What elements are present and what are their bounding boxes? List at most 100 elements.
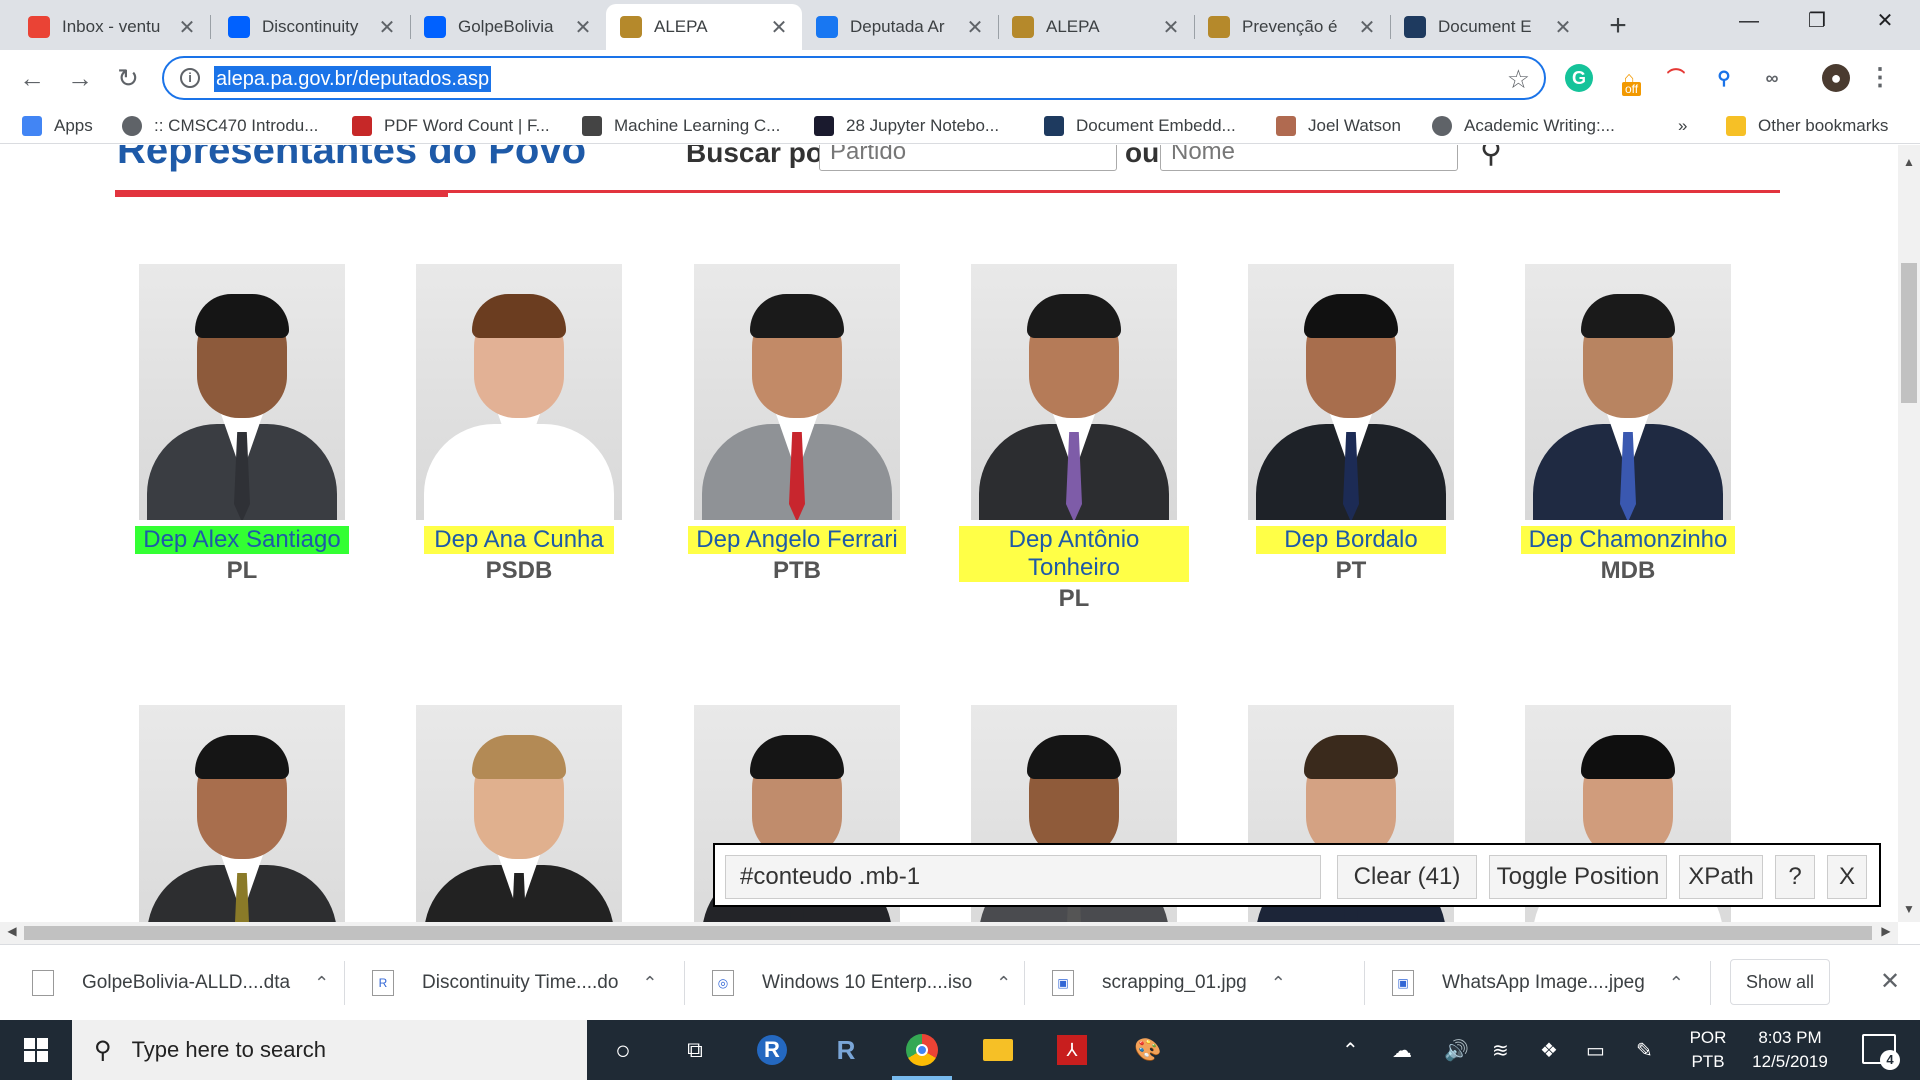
wifi-icon[interactable]: ≋: [1492, 1020, 1509, 1080]
tab-close-icon[interactable]: ✕: [1356, 15, 1378, 40]
show-hidden-icons-chevron[interactable]: ⌃: [1342, 1020, 1359, 1080]
link-extension-icon[interactable]: ∞: [1758, 64, 1786, 92]
volume-icon[interactable]: 🔊: [1444, 1020, 1469, 1080]
language-indicator[interactable]: POR PTB: [1686, 1026, 1730, 1074]
download-options-chevron-icon[interactable]: ⌃: [1669, 973, 1684, 994]
deputy-card[interactable]: Dep Angelo Ferrari PTB: [682, 264, 912, 586]
download-options-chevron-icon[interactable]: ⌃: [642, 973, 657, 994]
forward-icon[interactable]: →: [62, 60, 98, 96]
download-options-chevron-icon[interactable]: ⌃: [1271, 973, 1286, 994]
download-item[interactable]: ▣ WhatsApp Image....jpeg ⌃: [1392, 957, 1684, 1009]
search-icon[interactable]: ⚲: [1480, 145, 1502, 170]
rainbow-extension-icon[interactable]: ⌒: [1662, 64, 1690, 92]
close-gadget-button[interactable]: X: [1827, 855, 1867, 899]
download-options-chevron-icon[interactable]: ⌃: [996, 973, 1011, 994]
other-bookmarks[interactable]: Other bookmarks: [1726, 114, 1888, 138]
scroll-right-arrow-icon[interactable]: ▶: [1876, 924, 1896, 942]
help-button[interactable]: ?: [1775, 855, 1815, 899]
bookmark-item[interactable]: :: CMSC470 Introdu...: [122, 114, 318, 138]
deputy-name[interactable]: Dep Alex Santiago: [135, 526, 349, 554]
browser-tab[interactable]: Document E ✕: [1390, 4, 1586, 50]
bookmark-item[interactable]: Apps: [22, 114, 93, 138]
deputy-card[interactable]: Dep Alex Santiago PL: [127, 264, 357, 586]
paint-icon[interactable]: 🎨: [1128, 1030, 1168, 1070]
tab-close-icon[interactable]: ✕: [376, 15, 398, 40]
bookmarks-overflow-chevron[interactable]: »: [1678, 114, 1687, 138]
start-button[interactable]: [0, 1020, 72, 1080]
deputy-card[interactable]: Dep Antônio Tonheiro PL: [959, 264, 1189, 614]
deputy-photo[interactable]: [1525, 264, 1731, 520]
party-search-field[interactable]: Partido: [819, 145, 1117, 171]
deputy-card[interactable]: [404, 705, 634, 922]
xpath-button[interactable]: XPath: [1679, 855, 1763, 899]
deputy-card[interactable]: Dep Ana Cunha PSDB: [404, 264, 634, 586]
profile-avatar[interactable]: ●: [1822, 64, 1850, 92]
close-shelf-icon[interactable]: ✕: [1880, 967, 1900, 996]
browser-tab[interactable]: GolpeBolivia ✕: [410, 4, 606, 50]
bookmark-item[interactable]: Joel Watson: [1276, 114, 1401, 138]
bookmark-star-icon[interactable]: ☆: [1507, 64, 1530, 95]
tab-close-icon[interactable]: ✕: [1552, 15, 1574, 40]
vertical-scrollbar[interactable]: ▲ ▼: [1898, 145, 1920, 922]
minimize-window-icon[interactable]: —: [1716, 0, 1782, 42]
dropbox-tray-icon[interactable]: ❖: [1540, 1020, 1558, 1080]
cortana-icon[interactable]: ○: [603, 1030, 643, 1070]
download-options-chevron-icon[interactable]: ⌃: [314, 973, 329, 994]
bookmark-item[interactable]: PDF Word Count | F...: [352, 114, 550, 138]
clear-button[interactable]: Clear (41): [1337, 855, 1477, 899]
browser-tab[interactable]: Discontinuity ✕: [214, 4, 410, 50]
rstudio-icon[interactable]: R: [826, 1030, 866, 1070]
r-app-icon[interactable]: R: [752, 1030, 792, 1070]
taskbar-clock[interactable]: 8:03 PM 12/5/2019: [1740, 1026, 1840, 1074]
scroll-down-arrow-icon[interactable]: ▼: [1898, 902, 1920, 920]
horizontal-scroll-thumb[interactable]: [24, 926, 1872, 940]
download-item[interactable]: ▣ scrapping_01.jpg ⌃: [1052, 957, 1286, 1009]
address-bar[interactable]: i alepa.pa.gov.br/deputados.asp ☆: [162, 56, 1546, 100]
deputy-photo[interactable]: [416, 705, 622, 922]
deputy-photo[interactable]: [139, 264, 345, 520]
deputy-name[interactable]: Dep Bordalo: [1256, 526, 1446, 554]
browser-tab[interactable]: Deputada Ar ✕: [802, 4, 998, 50]
close-window-icon[interactable]: ✕: [1852, 0, 1918, 42]
url-text[interactable]: alepa.pa.gov.br/deputados.asp: [214, 66, 492, 92]
battery-icon[interactable]: ▭: [1586, 1020, 1605, 1080]
deputy-card[interactable]: Dep Bordalo PT: [1236, 264, 1466, 586]
tab-close-icon[interactable]: ✕: [1160, 15, 1182, 40]
restore-window-icon[interactable]: ❐: [1784, 0, 1850, 42]
browser-tab[interactable]: ALEPA ✕: [998, 4, 1194, 50]
site-info-icon[interactable]: i: [180, 68, 200, 88]
deputy-name[interactable]: Dep Angelo Ferrari: [688, 526, 906, 554]
bookmark-item[interactable]: Academic Writing:...: [1432, 114, 1615, 138]
chrome-icon[interactable]: [902, 1030, 942, 1070]
back-icon[interactable]: ←: [14, 60, 50, 96]
magnifier-extension-icon[interactable]: ⚲: [1710, 64, 1738, 92]
css-selector-input[interactable]: #conteudo .mb-1: [725, 855, 1321, 899]
toggle-position-button[interactable]: Toggle Position: [1489, 855, 1667, 899]
deputy-name[interactable]: Dep Ana Cunha: [424, 526, 614, 554]
tab-close-icon[interactable]: ✕: [768, 15, 790, 40]
deputy-name[interactable]: Dep Chamonzinho: [1520, 526, 1736, 554]
deputy-card[interactable]: Dep Chamonzinho MDB: [1513, 264, 1743, 586]
acrobat-icon[interactable]: ⅄: [1052, 1030, 1092, 1070]
file-explorer-icon[interactable]: [978, 1030, 1018, 1070]
reload-icon[interactable]: ↻: [110, 60, 146, 96]
menu-kebab-icon[interactable]: ⋮: [1866, 64, 1894, 92]
download-item[interactable]: GolpeBolivia-ALLD....dta ⌃: [32, 957, 329, 1009]
name-search-field[interactable]: Nome: [1160, 145, 1458, 171]
bookmark-item[interactable]: 28 Jupyter Notebo...: [814, 114, 999, 138]
tab-close-icon[interactable]: ✕: [964, 15, 986, 40]
download-item[interactable]: ◎ Windows 10 Enterp....iso ⌃: [712, 957, 1011, 1009]
deputy-card[interactable]: [127, 705, 357, 922]
browser-tab[interactable]: Inbox - ventu ✕: [14, 4, 210, 50]
deputy-photo[interactable]: [416, 264, 622, 520]
scroll-up-arrow-icon[interactable]: ▲: [1898, 155, 1920, 173]
deputy-photo[interactable]: [971, 264, 1177, 520]
vertical-scroll-thumb[interactable]: [1901, 263, 1917, 403]
tab-close-icon[interactable]: ✕: [572, 15, 594, 40]
new-tab-button[interactable]: +: [1600, 8, 1636, 44]
show-all-button[interactable]: Show all: [1730, 959, 1830, 1005]
tab-close-icon[interactable]: ✕: [176, 15, 198, 40]
grammarly-icon[interactable]: G: [1565, 64, 1593, 92]
deputy-photo[interactable]: [694, 264, 900, 520]
taskbar-search-box[interactable]: ⚲ Type here to search: [72, 1020, 587, 1080]
